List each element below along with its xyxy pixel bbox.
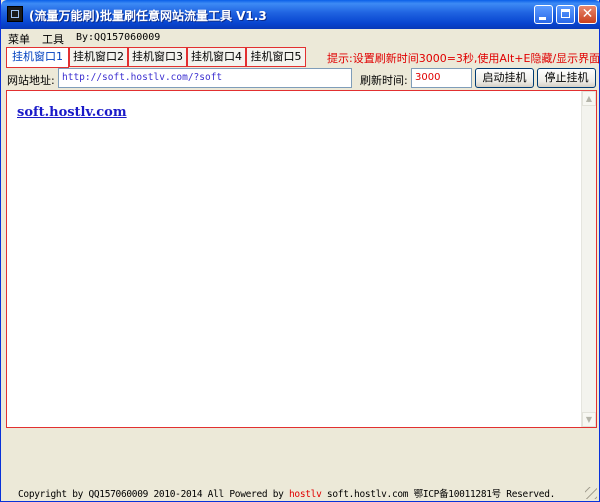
status-bar: Copyright by QQ157060009 2010-2014 All P… — [2, 483, 599, 500]
hint-text: 提示:设置刷新时间3000=3秒,使用Alt+E隐藏/显示界面 — [327, 52, 600, 65]
maximize-icon — [557, 6, 574, 23]
url-input[interactable]: http://soft.hostlv.com/?soft — [58, 68, 352, 88]
brand-name: hostlv — [288, 489, 322, 500]
menu-item-tools[interactable]: 工具 — [42, 31, 64, 47]
tab-window-2[interactable]: 挂机窗口2 — [69, 47, 128, 67]
tab-window-3[interactable]: 挂机窗口3 — [128, 47, 187, 67]
tab-window-4[interactable]: 挂机窗口4 — [187, 47, 246, 67]
menu-bar: 菜单 工具 By:QQ157060009 — [2, 29, 599, 46]
close-icon: ✕ — [581, 6, 594, 22]
tab-label: 挂机窗口2 — [73, 50, 124, 63]
copyright-text: Copyright by QQ157060009 2010-2014 All P… — [18, 486, 555, 500]
scroll-up-arrow-icon[interactable]: ▲ — [582, 91, 596, 106]
resize-grip-icon[interactable] — [585, 487, 597, 499]
start-button[interactable]: 启动挂机 — [475, 68, 534, 88]
url-label: 网站地址: — [7, 74, 55, 87]
window-title: (流量万能刷)批量刷任意网站流量工具 V1.3 — [29, 9, 267, 23]
app-window: (流量万能刷)批量刷任意网站流量工具 V1.3 ✕ 菜单 工具 By:QQ157… — [0, 0, 600, 502]
author-label: By:QQ157060009 — [76, 32, 161, 43]
refresh-label: 刷新时间: — [360, 74, 408, 87]
minimize-button[interactable] — [534, 5, 553, 24]
vertical-scrollbar[interactable]: ▲ ▼ — [581, 91, 596, 427]
tab-label: 挂机窗口4 — [191, 50, 242, 63]
scroll-down-arrow-icon[interactable]: ▼ — [582, 412, 596, 427]
tab-window-5[interactable]: 挂机窗口5 — [246, 47, 306, 67]
tab-label: 挂机窗口1 — [12, 50, 63, 63]
app-icon — [7, 6, 23, 22]
title-bar[interactable]: (流量万能刷)批量刷任意网站流量工具 V1.3 ✕ — [1, 0, 600, 29]
address-bar: 网站地址: http://soft.hostlv.com/?soft 刷新时间:… — [6, 68, 596, 88]
refresh-time-input[interactable]: 3000 — [411, 68, 472, 88]
tab-label: 挂机窗口5 — [250, 50, 302, 63]
maximize-button[interactable] — [556, 5, 575, 24]
minimize-icon — [535, 6, 552, 23]
tab-label: 挂机窗口3 — [132, 50, 183, 63]
tab-window-1[interactable]: 挂机窗口1 — [6, 47, 69, 68]
page-link[interactable]: soft.hostlv.com — [17, 105, 127, 120]
menu-item-menu[interactable]: 菜单 — [8, 31, 30, 47]
stop-button[interactable]: 停止挂机 — [537, 68, 596, 88]
copyright-prefix: Copyright by QQ157060009 2010-2014 All P… — [18, 489, 289, 500]
close-button[interactable]: ✕ — [578, 5, 597, 24]
browser-view[interactable]: soft.hostlv.com ▲ ▼ — [6, 90, 597, 428]
copyright-suffix: soft.hostlv.com 鄂ICP备10011281号 Reserved. — [321, 489, 556, 500]
